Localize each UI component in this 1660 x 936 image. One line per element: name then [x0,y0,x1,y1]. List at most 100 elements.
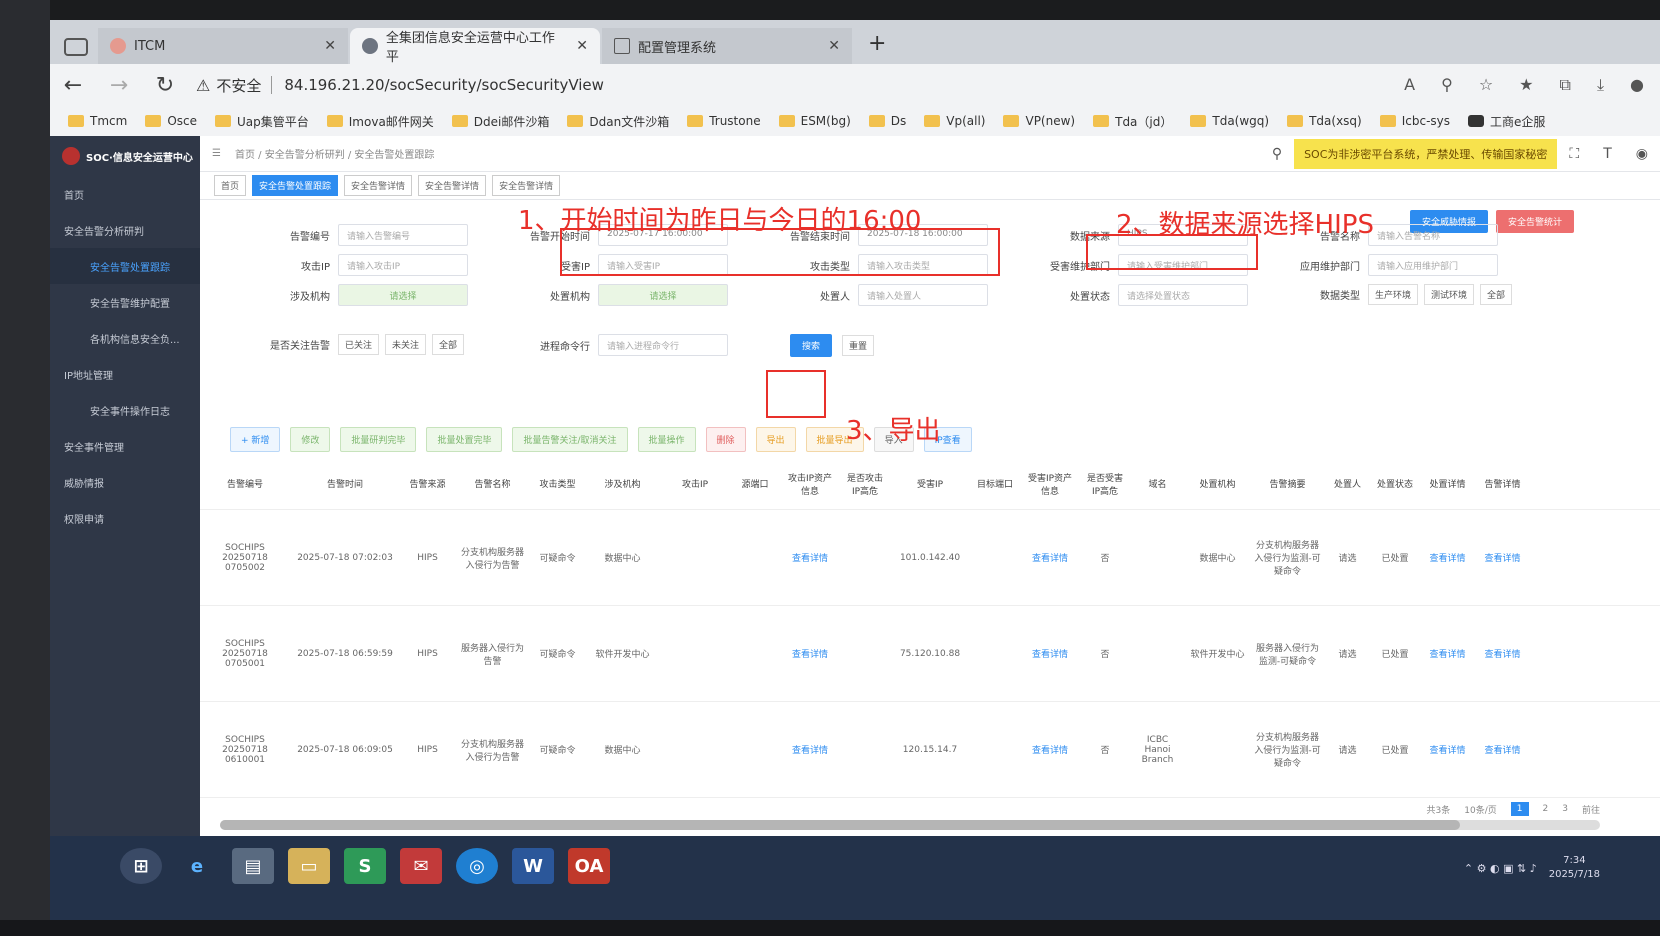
close-icon[interactable]: ✕ [566,38,588,54]
data-type-prod[interactable]: 生产环境 [1368,284,1419,305]
bookmark-item[interactable]: Tmcm [68,114,127,128]
user-icon[interactable]: ◉ [1636,146,1648,162]
page-3[interactable]: 3 [1562,804,1568,814]
batch-operate-button[interactable]: 批量操作 [637,426,696,452]
tab-actions-icon[interactable] [64,38,88,56]
detail-link[interactable]: 查看详情 [1420,743,1475,756]
batch-judge-button[interactable]: 批量研判完毕 [340,426,417,452]
bookmark-item[interactable]: Tda(xsq) [1287,114,1362,128]
detail-link[interactable]: 查看详情 [1020,551,1080,564]
folder-icon[interactable]: ▭ [288,848,330,884]
app-dept-input[interactable]: 请输入应用维护部门 [1368,254,1498,276]
batch-focus-button[interactable]: 批量告警关注/取消关注 [512,426,628,452]
delete-button[interactable]: 删除 [705,426,746,452]
collections-icon[interactable]: ⧉ [1560,75,1571,95]
detail-link[interactable]: 查看详情 [780,551,840,564]
handler-input[interactable]: 请输入处置人 [858,284,988,306]
add-button[interactable]: + 新增 [230,426,281,452]
bookmark-item[interactable]: Ddei邮件沙箱 [451,113,549,130]
bookmark-item[interactable]: Icbc-sys [1379,114,1450,128]
tray-icons[interactable]: ⌃ ⚙ ◐ ▣ ⇅ ♪ [1464,862,1537,875]
detail-link[interactable]: 查看详情 [1475,551,1530,564]
sidebar-item-event-management[interactable]: 安全事件管理 [50,428,200,464]
favorite-star-icon[interactable]: ☆ [1479,75,1493,95]
read-aloud-icon[interactable]: A [1404,75,1415,95]
sidebar-item-ip-management[interactable]: IP地址管理 [50,356,200,392]
sidebar-item-threat-intel[interactable]: 威胁情报 [50,464,200,500]
bookmark-item[interactable]: Ddan文件沙箱 [567,113,669,130]
menu-toggle-icon[interactable]: ☰ [212,148,221,159]
close-icon[interactable]: ✕ [314,38,336,54]
fullscreen-icon[interactable]: ⛶ [1569,146,1579,162]
detail-link[interactable]: 查看详情 [1420,647,1475,660]
status-select[interactable]: 请选择处置状态 [1118,284,1248,306]
attack-ip-input[interactable]: 请输入攻击IP [338,254,468,276]
close-icon[interactable]: ✕ [818,38,840,54]
mail-icon[interactable]: ✉ [400,848,442,884]
sidebar-item-alert-analysis[interactable]: 安全告警分析研判 [50,212,200,248]
focus-all[interactable]: 全部 [432,334,465,355]
batch-dispose-button[interactable]: 批量处置完毕 [426,426,503,452]
page-size-select[interactable]: 10条/页 [1464,803,1497,816]
sidebar-item-alert-tracking[interactable]: 安全告警处置跟踪 [50,248,200,284]
search-button[interactable]: 搜索 [790,334,833,357]
forward-icon[interactable]: → [96,73,142,98]
sidebar-item-org-owners[interactable]: 各机构信息安全负... [50,320,200,356]
word-icon[interactable]: W [512,848,554,884]
tag-alert-detail[interactable]: 安全告警详情 [418,175,487,196]
edge-icon[interactable]: ◎ [456,848,498,884]
data-type-test[interactable]: 测试环境 [1424,284,1475,305]
explorer-icon[interactable]: ▤ [232,848,274,884]
bookmark-item[interactable]: Imova邮件网关 [326,113,434,130]
reset-button[interactable]: 重置 [842,335,875,356]
start-button-icon[interactable]: ⊞ [120,848,162,884]
page-2[interactable]: 2 [1543,804,1549,814]
reload-icon[interactable]: ↻ [142,73,188,98]
zoom-icon[interactable]: ⚲ [1441,75,1453,95]
page-1[interactable]: 1 [1510,802,1529,816]
search-icon[interactable]: ⚲ [1272,146,1282,162]
table-row[interactable]: SOCHIPS 20250718 0610001 2025-07-18 06:09… [200,702,1660,798]
org-select-button[interactable]: 请选择 [338,284,468,306]
bookmark-item[interactable]: ESM(bg) [778,114,851,128]
bookmark-item[interactable]: Osce [145,114,197,128]
focus-no[interactable]: 未关注 [385,334,427,355]
profile-icon[interactable]: ● [1630,75,1644,95]
focus-yes[interactable]: 已关注 [338,334,380,355]
detail-link[interactable]: 查看详情 [780,743,840,756]
bookmark-item[interactable]: Vp(all) [924,114,985,128]
bookmark-item[interactable]: 工商e企服 [1468,113,1545,130]
alert-stats-button[interactable]: 安全告警统计 [1496,210,1575,233]
horizontal-scrollbar[interactable] [220,820,1600,830]
tab-itcm[interactable]: ITCM ✕ [98,28,348,64]
table-row[interactable]: SOCHIPS 20250718 0705002 2025-07-18 07:02… [200,510,1660,606]
detail-link[interactable]: 查看详情 [1020,647,1080,660]
detail-link[interactable]: 查看详情 [1475,743,1530,756]
font-size-icon[interactable]: T [1603,146,1612,162]
new-tab-icon[interactable]: + [854,31,900,64]
bookmark-item[interactable]: Uap集管平台 [215,113,309,130]
bookmark-item[interactable]: Tda（jd） [1093,113,1172,130]
clock[interactable]: 7:34 2025/7/18 [1549,854,1600,882]
tag-alert-tracking[interactable]: 安全告警处置跟踪 [252,175,339,196]
sidebar-item-alert-config[interactable]: 安全告警维护配置 [50,284,200,320]
tag-home[interactable]: 首页 [214,175,247,196]
bookmark-item[interactable]: Tda(wgq) [1190,114,1269,128]
sidebar-item-event-log[interactable]: 安全事件操作日志 [50,392,200,428]
bookmark-item[interactable]: VP(new) [1003,114,1075,128]
alert-no-input[interactable]: 请输入告警编号 [338,224,468,246]
bookmark-item[interactable]: Trustone [687,114,761,128]
handle-org-select-button[interactable]: 请选择 [598,284,728,306]
data-type-all[interactable]: 全部 [1480,284,1513,305]
tab-soc[interactable]: 全集团信息安全运营中心工作平 ✕ [350,28,600,65]
detail-link[interactable]: 查看详情 [1420,551,1475,564]
tab-config[interactable]: 配置管理系统 ✕ [602,28,852,64]
back-icon[interactable]: ← [50,73,96,98]
alert-name-input[interactable]: 请输入告警名称 [1368,224,1498,246]
spreadsheet-icon[interactable]: S [344,848,386,884]
ie-icon[interactable]: e [176,848,218,884]
export-button[interactable]: 导出 [755,426,796,452]
oa-icon[interactable]: OA [568,848,610,884]
edit-button[interactable]: 修改 [290,426,331,452]
detail-link[interactable]: 查看详情 [780,647,840,660]
